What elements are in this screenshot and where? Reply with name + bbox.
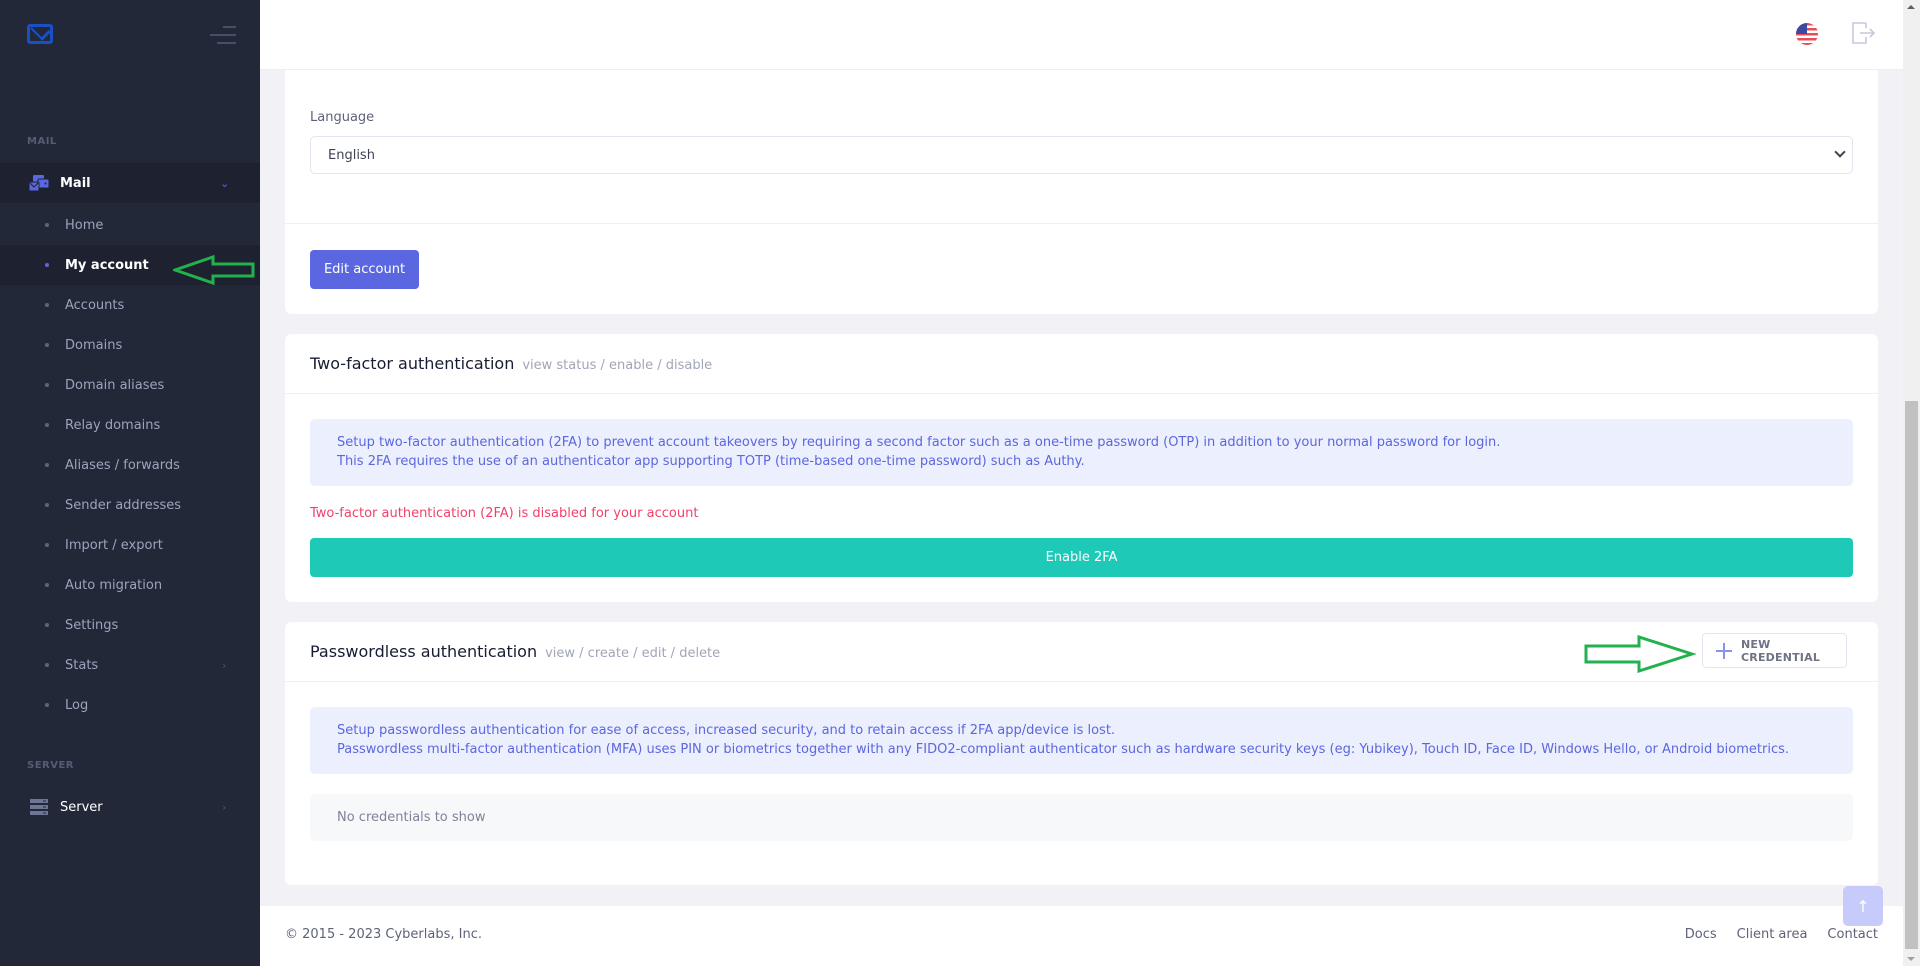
alert-line: Passwordless multi-factor authentication… xyxy=(337,742,1790,757)
sidebar-item-sender-addresses[interactable]: Sender addresses xyxy=(0,485,260,525)
sidebar-item-accounts[interactable]: Accounts xyxy=(0,285,260,325)
language-select-value: English xyxy=(328,147,375,163)
sidebar-group-mail[interactable]: Mail ⌄ xyxy=(0,163,260,203)
bullet-icon xyxy=(45,303,49,307)
bullet-icon xyxy=(45,703,49,707)
card-subtitle: view / create / edit / delete xyxy=(545,646,721,661)
scroll-to-top-button[interactable]: ↑ xyxy=(1843,886,1883,926)
footer-link-docs[interactable]: Docs xyxy=(1685,927,1717,942)
sidebar-item-stats[interactable]: Stats › xyxy=(0,645,260,685)
footer: © 2015 - 2023 Cyberlabs, Inc. Docs Clien… xyxy=(260,906,1903,966)
copyright-text: © 2015 - 2023 Cyberlabs, Inc. xyxy=(285,927,482,942)
enable-2fa-button[interactable]: Enable 2FA xyxy=(310,538,1853,577)
bullet-icon xyxy=(45,663,49,667)
sidebar-item-label: Domains xyxy=(65,337,123,353)
chevron-down-icon xyxy=(1834,146,1846,158)
main-content: Language English Edit account Two-factor… xyxy=(260,0,1903,966)
sidebar-item-home[interactable]: Home xyxy=(0,205,260,245)
chevron-right-icon: › xyxy=(222,800,227,814)
bullet-icon xyxy=(45,223,49,227)
credentials-empty-state: No credentials to show xyxy=(310,794,1853,841)
scroll-up-arrow-icon[interactable] xyxy=(1907,5,1915,9)
annotation-arrow-left-icon xyxy=(173,254,255,286)
sidebar-item-label: My account xyxy=(65,257,149,273)
envelope-icon[interactable] xyxy=(27,24,53,44)
bullet-icon xyxy=(45,583,49,587)
bullet-icon xyxy=(45,463,49,467)
card-subtitle: view status / enable / disable xyxy=(522,358,713,373)
sidebar-item-auto-migration[interactable]: Auto migration xyxy=(0,565,260,605)
footer-links: Docs Client area Contact xyxy=(1685,927,1878,942)
sidebar-section-server: SERVER xyxy=(27,760,75,771)
top-header xyxy=(260,0,1903,70)
us-flag-icon[interactable] xyxy=(1796,23,1818,45)
new-credential-label: NEW CREDENTIAL xyxy=(1741,637,1821,664)
sidebar-item-label: Auto migration xyxy=(65,577,163,593)
bullet-icon xyxy=(45,623,49,627)
divider xyxy=(285,393,1878,394)
server-icon xyxy=(30,799,48,815)
annotation-arrow-right-icon xyxy=(1584,634,1696,674)
two-factor-info-alert: Setup two-factor authentication (2FA) to… xyxy=(310,419,1853,486)
bullet-icon xyxy=(45,423,49,427)
arrow-up-icon: ↑ xyxy=(1856,896,1870,916)
sidebar-item-domains[interactable]: Domains xyxy=(0,325,260,365)
divider xyxy=(285,681,1878,682)
two-factor-status: Two-factor authentication (2FA) is disab… xyxy=(310,506,699,521)
two-factor-title: Two-factor authentication view status / e… xyxy=(310,354,712,373)
bullet-icon xyxy=(45,503,49,507)
sidebar-item-label: Home xyxy=(65,217,104,233)
mail-stack-icon xyxy=(29,175,49,191)
bullet-icon xyxy=(45,543,49,547)
sidebar-item-label: Accounts xyxy=(65,297,125,313)
bullet-icon xyxy=(45,383,49,387)
passwordless-info-alert: Setup passwordless authentication for ea… xyxy=(310,707,1853,774)
menu-lines-icon[interactable] xyxy=(208,25,236,45)
language-select[interactable]: English xyxy=(310,136,1853,174)
scroll-down-arrow-icon[interactable] xyxy=(1907,957,1915,961)
alert-line: This 2FA requires the use of an authenti… xyxy=(337,454,1085,469)
edit-account-button[interactable]: Edit account xyxy=(310,250,419,289)
sidebar-item-label: Log xyxy=(65,697,89,713)
sidebar-item-label: Aliases / forwards xyxy=(65,457,180,473)
sidebar-item-label: Relay domains xyxy=(65,417,161,433)
sidebar-item-settings[interactable]: Settings xyxy=(0,605,260,645)
card-title-text: Two-factor authentication xyxy=(310,354,515,373)
scrollbar-thumb[interactable] xyxy=(1905,401,1918,949)
footer-link-contact[interactable]: Contact xyxy=(1827,927,1878,942)
sidebar-item-log[interactable]: Log xyxy=(0,685,260,725)
chevron-down-icon: ⌄ xyxy=(220,176,230,190)
chevron-right-icon: › xyxy=(222,658,227,672)
card-title-text: Passwordless authentication xyxy=(310,642,538,661)
sidebar-item-relay-domains[interactable]: Relay domains xyxy=(0,405,260,445)
sidebar-item-label: Domain aliases xyxy=(65,377,165,393)
sidebar-item-label: Stats xyxy=(65,657,99,673)
two-factor-card: Two-factor authentication view status / e… xyxy=(285,334,1878,602)
plus-icon xyxy=(1716,643,1732,659)
bullet-icon xyxy=(45,263,49,267)
alert-line: Setup passwordless authentication for ea… xyxy=(337,723,1116,738)
sidebar-item-label: Sender addresses xyxy=(65,497,182,513)
divider xyxy=(285,223,1878,224)
sidebar-item-label: Settings xyxy=(65,617,119,633)
logout-icon[interactable] xyxy=(1852,22,1876,44)
sidebar-item-import-export[interactable]: Import / export xyxy=(0,525,260,565)
sidebar-item-label: Import / export xyxy=(65,537,163,553)
sidebar: MAIL Mail ⌄ Home My account Accounts Dom… xyxy=(0,0,260,966)
sidebar-item-domain-aliases[interactable]: Domain aliases xyxy=(0,365,260,405)
alert-line: Setup two-factor authentication (2FA) to… xyxy=(337,435,1501,450)
sidebar-section-mail: MAIL xyxy=(27,136,57,147)
bullet-icon xyxy=(45,343,49,347)
sidebar-item-aliases-forwards[interactable]: Aliases / forwards xyxy=(0,445,260,485)
page-scrollbar[interactable] xyxy=(1903,0,1920,966)
sidebar-group-server[interactable]: Server › xyxy=(0,787,260,827)
footer-link-client-area[interactable]: Client area xyxy=(1737,927,1808,942)
new-credential-button[interactable]: NEW CREDENTIAL xyxy=(1702,633,1847,668)
sidebar-group-label: Server xyxy=(60,799,103,815)
passwordless-title: Passwordless authentication view / create… xyxy=(310,642,720,661)
language-label: Language xyxy=(310,110,375,125)
sidebar-group-label: Mail xyxy=(60,175,91,191)
